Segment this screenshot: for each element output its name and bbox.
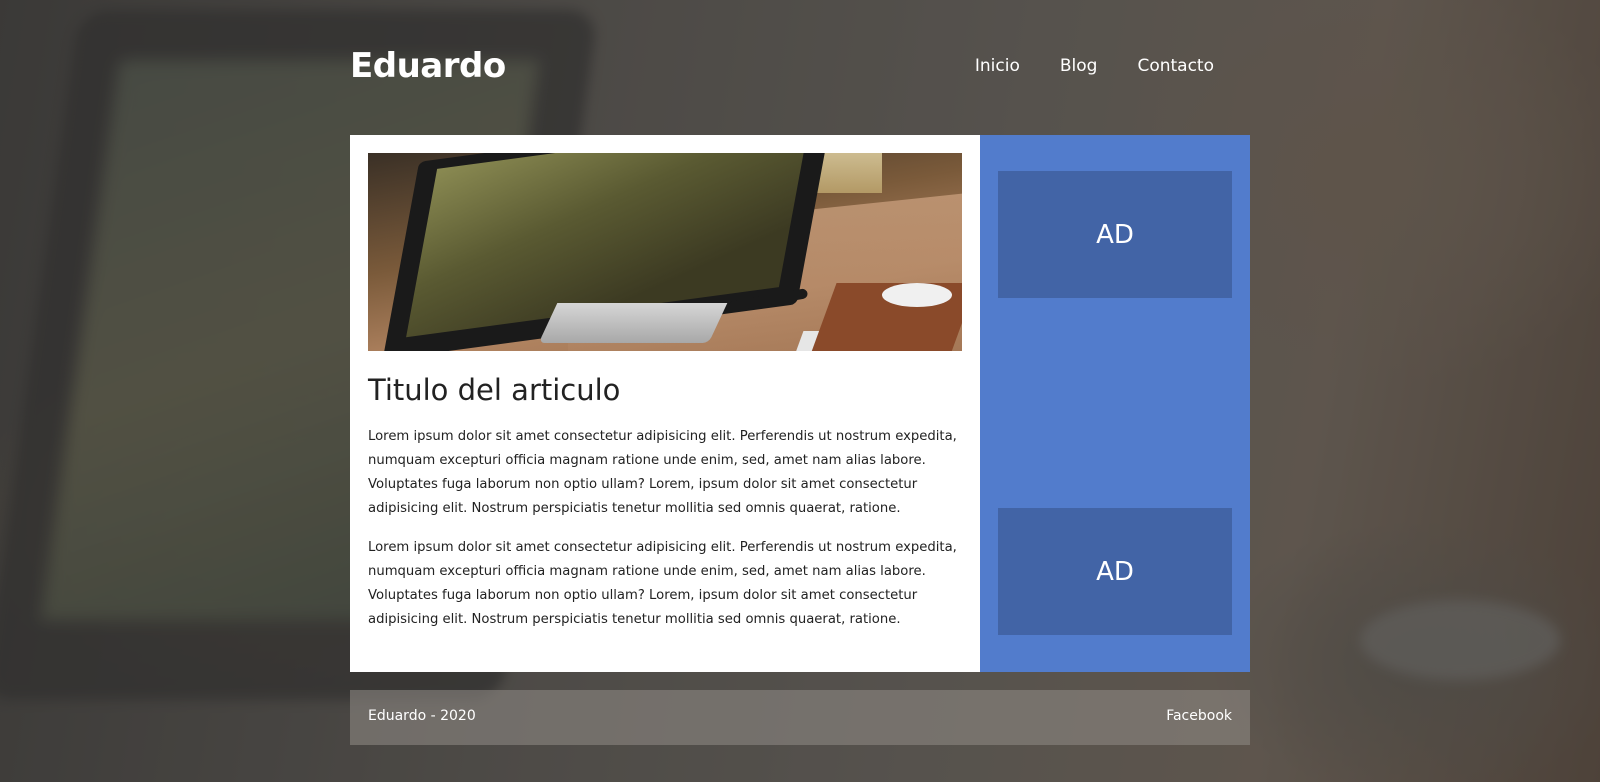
article-paragraph-2: Lorem ipsum dolor sit amet consectetur a…: [368, 540, 957, 627]
content-area: Titulo del articulo Lorem ipsum dolor si…: [350, 135, 1250, 672]
site-logo[interactable]: Eduardo: [350, 46, 506, 86]
nav-item-blog[interactable]: Blog: [1060, 56, 1098, 76]
site-container: Eduardo Inicio Blog Contacto Titulo del …: [350, 0, 1250, 745]
article-title: Titulo del articulo: [368, 373, 621, 407]
nav-item-inicio[interactable]: Inicio: [975, 56, 1020, 76]
ad-slot-bottom[interactable]: AD: [998, 508, 1232, 635]
sidebar: AD AD: [980, 135, 1250, 672]
article-main: Titulo del articulo Lorem ipsum dolor si…: [350, 135, 980, 672]
article-hero-image: [368, 153, 962, 351]
hero-mouse: [882, 283, 952, 307]
nav-item-contacto[interactable]: Contacto: [1137, 56, 1214, 76]
footer-copyright: Eduardo - 2020: [368, 708, 476, 724]
article-paragraph-1: Lorem ipsum dolor sit amet consectetur a…: [368, 429, 957, 516]
hero-imac-stand: [538, 303, 728, 343]
footer-facebook-link[interactable]: Facebook: [1166, 708, 1232, 724]
ad-slot-top[interactable]: AD: [998, 171, 1232, 298]
site-footer: Eduardo - 2020 Facebook: [350, 690, 1250, 745]
site-header: Eduardo Inicio Blog Contacto: [350, 0, 1250, 135]
main-nav: Inicio Blog Contacto: [975, 56, 1214, 76]
